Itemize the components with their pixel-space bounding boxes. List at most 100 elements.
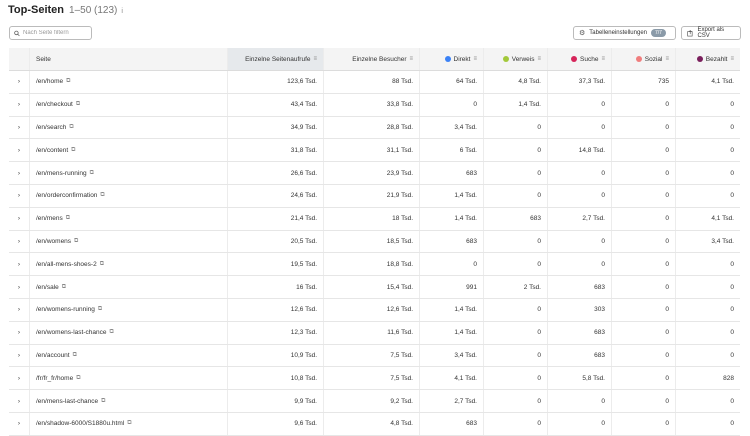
table-row[interactable]: ›/en/checkout ⧉ 43,4 Tsd. 33,8 Tsd. 0 1,4 Tsd… xyxy=(9,93,740,117)
social-cell: 0 xyxy=(612,298,676,321)
direct-cell: 6 Tsd. xyxy=(420,139,484,162)
table-settings-button[interactable]: ⚙ Tabelleneinstellungen 7/7 xyxy=(573,26,676,40)
page-link[interactable]: /en/womens xyxy=(36,238,71,245)
chevron-right-icon: › xyxy=(17,260,21,268)
column-header-referral[interactable]: Verweis ≡ xyxy=(484,48,548,70)
page-cell: /en/womens ⧉ xyxy=(30,230,228,253)
table-row[interactable]: ›/en/mens ⧉ 21,4 Tsd. 18 Tsd. 1,4 Tsd. 683 2,7… xyxy=(9,207,740,231)
page-link[interactable]: /en/mens-last-chance xyxy=(36,398,98,405)
table-row[interactable]: ›/en/search ⧉ 34,9 Tsd. 28,8 Tsd. 3,4 Tsd. 0 0… xyxy=(9,116,740,140)
external-link-icon[interactable]: ⧉ xyxy=(100,192,104,199)
external-link-icon[interactable]: ⧉ xyxy=(74,238,78,245)
column-header-direct[interactable]: Direkt ≡ xyxy=(420,48,484,70)
external-link-icon[interactable]: ⧉ xyxy=(127,420,131,427)
pageviews-cell: 21,4 Tsd. xyxy=(228,207,324,230)
column-header-social[interactable]: Sozial ≡ xyxy=(612,48,676,70)
external-link-icon[interactable]: ⧉ xyxy=(66,78,70,85)
expand-row-button[interactable]: › xyxy=(9,139,30,162)
page-link[interactable]: /fr/fr_fr/home xyxy=(36,375,73,382)
page-link[interactable]: /en/orderconfirmation xyxy=(36,192,97,199)
page-link[interactable]: /en/mens-running xyxy=(36,170,87,177)
expand-row-button[interactable]: › xyxy=(9,412,30,435)
chevron-right-icon: › xyxy=(17,306,21,314)
table-row[interactable]: ›/en/sale ⧉ 16 Tsd. 15,4 Tsd. 991 2 Tsd. 683 0 0 xyxy=(9,276,740,299)
page-link[interactable]: /en/womens-running xyxy=(36,306,95,313)
column-header-visitors[interactable]: Einzelne Besucher ≡ xyxy=(324,48,420,70)
external-link-icon[interactable]: ⧉ xyxy=(109,329,113,336)
page-link[interactable]: /en/checkout xyxy=(36,101,73,108)
paid-cell: 0 xyxy=(730,146,734,154)
table-row[interactable]: ›/en/content ⧉ 31,8 Tsd. 31,1 Tsd. 6 Tsd. 0 14… xyxy=(9,139,740,163)
info-icon[interactable]: i xyxy=(121,8,123,15)
chevron-right-icon: › xyxy=(17,101,21,109)
sort-icon[interactable]: ≡ xyxy=(730,56,734,62)
external-link-icon[interactable]: ⧉ xyxy=(90,170,94,177)
search-input[interactable] xyxy=(23,30,91,36)
table-row[interactable]: ›/en/mens-running ⧉ 26,6 Tsd. 23,9 Tsd. 683 0… xyxy=(9,162,740,185)
table-row[interactable]: ›/en/orderconfirmation ⧉ 24,6 Tsd. 21,9 Tsd… xyxy=(9,184,740,208)
external-link-icon[interactable]: ⧉ xyxy=(66,215,70,222)
expand-row-button[interactable]: › xyxy=(9,321,30,344)
external-link-icon[interactable]: ⧉ xyxy=(76,375,80,382)
export-csv-button[interactable]: Export als CSV xyxy=(681,26,741,40)
expand-row-button[interactable]: › xyxy=(9,390,30,412)
sort-icon[interactable]: ≡ xyxy=(537,56,541,62)
column-header-search[interactable]: Suche ≡ xyxy=(548,48,612,70)
sort-icon[interactable]: ≡ xyxy=(409,56,413,62)
paid-cell: 4,1 Tsd. xyxy=(711,78,734,86)
external-link-icon[interactable]: ⧉ xyxy=(73,352,77,359)
external-link-icon[interactable]: ⧉ xyxy=(69,124,73,131)
direct-cell: 0 xyxy=(420,253,484,276)
external-link-icon[interactable]: ⧉ xyxy=(101,398,105,405)
pageviews-cell: 12,3 Tsd. xyxy=(228,321,324,344)
expand-row-button[interactable]: › xyxy=(9,71,30,93)
expand-row-button[interactable]: › xyxy=(9,298,30,321)
expand-row-button[interactable]: › xyxy=(9,184,30,207)
column-header-paid[interactable]: Bezahlt ≡ xyxy=(676,48,740,70)
sort-icon[interactable]: ≡ xyxy=(601,56,605,62)
page-link[interactable]: /en/mens xyxy=(36,215,63,222)
page-filter[interactable] xyxy=(9,26,92,40)
sort-icon[interactable]: ≡ xyxy=(473,56,477,62)
table-row[interactable]: ›/fr/fr_fr/home ⧉ 10,8 Tsd. 7,5 Tsd. 4,1 Tsd… xyxy=(9,367,740,391)
page-cell: /en/checkout ⧉ xyxy=(30,93,228,116)
sort-icon[interactable]: ≡ xyxy=(665,56,669,62)
expand-row-button[interactable]: › xyxy=(9,207,30,230)
page-link[interactable]: /en/home xyxy=(36,78,63,85)
external-link-icon[interactable]: ⧉ xyxy=(100,261,104,268)
external-link-icon[interactable]: ⧉ xyxy=(62,284,66,291)
table-row[interactable]: ›/en/all-mens-shoes-2 ⧉ 19,5 Tsd. 18,8 Tsd.… xyxy=(9,253,740,277)
page-link[interactable]: /en/all-mens-shoes-2 xyxy=(36,261,97,268)
external-link-icon[interactable]: ⧉ xyxy=(98,306,102,313)
table-row[interactable]: ›/en/womens-last-chance ⧉ 12,3 Tsd. 11,6 Ts… xyxy=(9,321,740,345)
social-cell: 0 xyxy=(612,412,676,435)
pageviews-cell: 123,6 Tsd. xyxy=(228,71,324,93)
page-link[interactable]: /en/shadow-6000/S1880u.html xyxy=(36,420,124,427)
external-link-icon[interactable]: ⧉ xyxy=(71,147,75,154)
table-row[interactable]: ›/en/mens-last-chance ⧉ 9,9 Tsd. 9,2 Tsd. 2,… xyxy=(9,390,740,413)
expand-row-button[interactable]: › xyxy=(9,344,30,367)
table-row[interactable]: ›/en/home ⧉ 123,6 Tsd. 88 Tsd. 64 Tsd. 4,8 Ts… xyxy=(9,71,740,94)
expand-row-button[interactable]: › xyxy=(9,367,30,390)
sort-icon[interactable]: ≡ xyxy=(313,56,317,62)
expand-row-button[interactable]: › xyxy=(9,162,30,184)
expand-row-button[interactable]: › xyxy=(9,253,30,276)
page-title: Top-Seiten xyxy=(8,4,65,16)
table-row[interactable]: ›/en/womens-running ⧉ 12,6 Tsd. 12,6 Tsd. 1,… xyxy=(9,298,740,322)
page-link[interactable]: /en/search xyxy=(36,124,66,131)
table-row[interactable]: ›/en/account ⧉ 10,9 Tsd. 7,5 Tsd. 3,4 Tsd. 0 6… xyxy=(9,344,740,368)
page-link[interactable]: /en/content xyxy=(36,147,68,154)
page-link[interactable]: /en/sale xyxy=(36,284,59,291)
external-link-icon[interactable]: ⧉ xyxy=(76,101,80,108)
column-header-pageviews[interactable]: Einzelne Seitenaufrufe ≡ xyxy=(228,48,324,70)
expand-row-button[interactable]: › xyxy=(9,230,30,253)
expand-row-button[interactable]: › xyxy=(9,276,30,298)
search-cell: 2,7 Tsd. xyxy=(548,207,612,230)
search-cell: 37,3 Tsd. xyxy=(548,71,612,93)
page-link[interactable]: /en/account xyxy=(36,352,70,359)
expand-row-button[interactable]: › xyxy=(9,93,30,116)
table-row[interactable]: ›/en/shadow-6000/S1880u.html ⧉ 9,6 Tsd. 4,8… xyxy=(9,412,740,436)
expand-row-button[interactable]: › xyxy=(9,116,30,139)
table-row[interactable]: ›/en/womens ⧉ 20,5 Tsd. 18,5 Tsd. 683 0 0 0 3,4 … xyxy=(9,230,740,254)
page-link[interactable]: /en/womens-last-chance xyxy=(36,329,106,336)
